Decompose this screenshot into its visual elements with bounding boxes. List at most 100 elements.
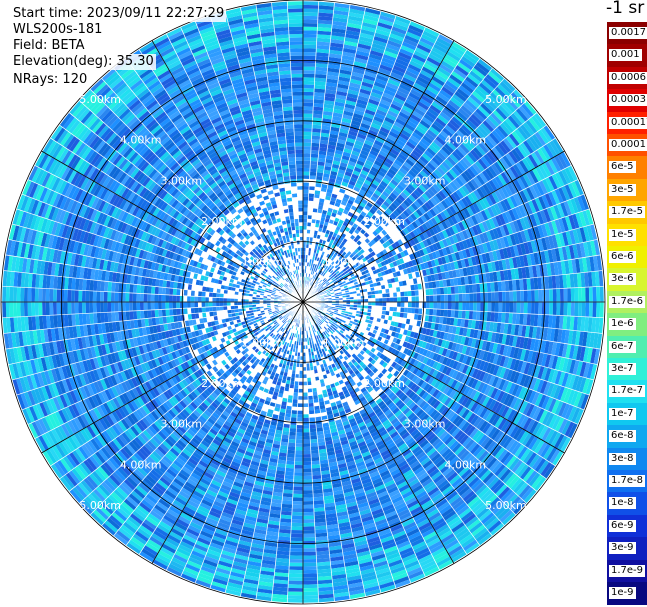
data-gate	[450, 286, 455, 295]
data-gate	[312, 113, 323, 119]
data-gate	[407, 290, 412, 297]
data-gate	[418, 308, 423, 315]
data-gate	[303, 128, 313, 132]
data-gate	[307, 204, 314, 209]
data-gate	[310, 442, 319, 447]
data-gate	[309, 175, 317, 180]
data-gate	[303, 26, 318, 31]
data-gate	[303, 414, 310, 418]
data-gate	[396, 306, 401, 313]
data-gate	[303, 189, 309, 194]
data-gate	[585, 287, 590, 302]
data-gate	[523, 302, 528, 314]
data-gate	[458, 293, 463, 302]
data-gate	[307, 211, 313, 216]
data-gate	[567, 287, 572, 302]
data-gate	[567, 302, 572, 317]
data-gate	[581, 287, 586, 302]
data-gate	[509, 302, 514, 314]
data-gate	[303, 12, 319, 17]
data-gate	[559, 288, 564, 302]
data-gate	[454, 302, 459, 311]
data-gate	[469, 302, 474, 311]
data-gate	[303, 138, 312, 143]
data-gate	[303, 99, 314, 103]
data-gate	[303, 229, 307, 234]
data-gate	[303, 59, 316, 64]
data-gate	[307, 381, 312, 386]
data-gate	[541, 302, 546, 315]
data-gate	[303, 44, 317, 49]
data-gate	[303, 428, 310, 433]
data-gate	[436, 294, 441, 302]
data-gate	[303, 381, 308, 386]
data-gate	[432, 287, 437, 296]
data-gate	[313, 193, 321, 199]
data-gate	[578, 302, 583, 317]
data-gate	[303, 171, 310, 176]
data-gate	[303, 222, 308, 227]
data-gate	[457, 310, 463, 319]
data-gate	[303, 149, 311, 154]
data-gate	[303, 432, 311, 437]
data-gate	[429, 288, 434, 296]
data-gate	[487, 302, 492, 312]
data-gate	[303, 392, 308, 397]
data-gate	[436, 309, 441, 317]
data-gate	[516, 302, 521, 314]
data-gate	[303, 450, 311, 455]
data-gate	[303, 236, 307, 241]
data-gate	[426, 302, 430, 309]
data-gate	[418, 302, 423, 309]
data-gate	[596, 302, 601, 318]
data-gate	[303, 211, 308, 216]
data-gate	[469, 293, 474, 302]
data-gate	[556, 302, 561, 316]
data-gate	[375, 302, 380, 306]
data-gate	[389, 292, 394, 298]
data-gate	[307, 218, 312, 223]
data-gate	[444, 294, 448, 302]
data-gate	[303, 62, 316, 67]
data-gate	[396, 291, 401, 298]
data-gate	[303, 167, 311, 172]
data-gate	[534, 302, 539, 315]
data-gate	[415, 295, 419, 302]
data-gate	[303, 73, 315, 78]
data-gate	[422, 302, 427, 309]
data-gate	[592, 286, 597, 302]
data-gate	[307, 392, 313, 397]
data-gate	[309, 428, 317, 433]
data-gate	[439, 309, 445, 317]
data-gate	[303, 439, 311, 444]
data-gate	[465, 293, 470, 302]
data-gate	[400, 302, 405, 308]
data-gate	[527, 290, 532, 302]
data-gate	[307, 215, 313, 220]
data-gate	[400, 307, 405, 313]
data-gate	[512, 302, 517, 314]
data-gate	[574, 302, 579, 317]
data-gate	[303, 377, 308, 382]
data-gate	[371, 302, 376, 306]
data-gate	[311, 135, 321, 140]
data-gate	[473, 302, 477, 312]
data-gate	[433, 294, 438, 302]
data-gate	[303, 200, 309, 205]
data-gate	[454, 309, 459, 319]
data-gate	[303, 435, 311, 440]
data-gate	[440, 294, 445, 302]
data-gate	[310, 435, 318, 440]
data-gate	[303, 142, 312, 147]
data-gate	[309, 178, 316, 184]
data-gate	[303, 70, 316, 75]
data-gate	[303, 396, 309, 400]
data-gate	[399, 286, 404, 292]
data-gate	[303, 1, 319, 6]
data-gate	[505, 291, 510, 302]
data-gate	[303, 417, 310, 422]
data-gate	[443, 309, 448, 318]
data-gate	[389, 302, 394, 307]
data-gate	[407, 302, 412, 308]
data-gate	[303, 388, 308, 393]
